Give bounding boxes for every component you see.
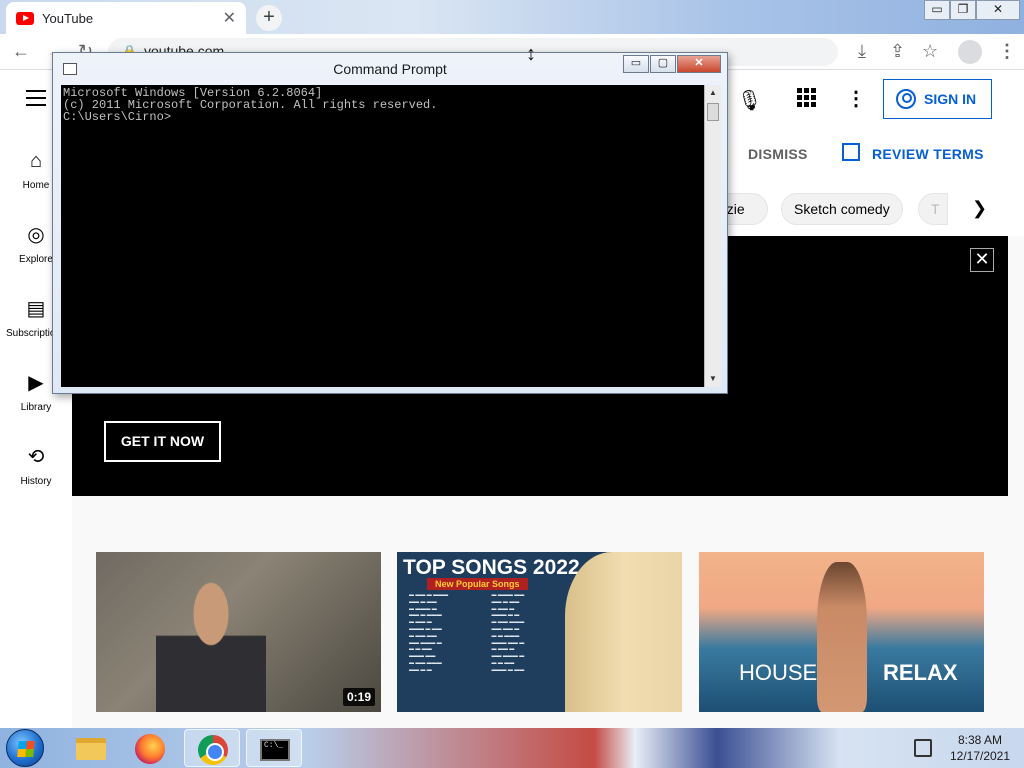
chevron-right-icon[interactable]: ❯ bbox=[972, 198, 987, 219]
taskbar: C:\_ 8:38 AM 12/17/2021 bbox=[0, 728, 1024, 768]
sign-in-button[interactable]: SIGN IN bbox=[883, 79, 992, 119]
microphone-icon[interactable]: 🎙 bbox=[737, 88, 762, 113]
resize-cursor-icon: ↕ bbox=[526, 43, 536, 65]
sign-in-label: SIGN IN bbox=[924, 91, 977, 107]
thumbnail-text: RELAX bbox=[883, 660, 958, 685]
video-thumbnail[interactable]: HOUSE RELAX bbox=[699, 552, 984, 712]
open-external-icon bbox=[842, 143, 860, 161]
system-clock[interactable]: 8:38 AM 12/17/2021 bbox=[940, 732, 1020, 764]
tab-youtube[interactable]: YouTube ✕ bbox=[6, 2, 246, 34]
menu-icon[interactable] bbox=[26, 90, 46, 111]
chip[interactable]: Sketch comedy bbox=[781, 193, 903, 225]
share-icon[interactable]: ⇪ bbox=[890, 41, 905, 62]
scroll-up-icon[interactable]: ▲ bbox=[705, 85, 721, 101]
back-arrow-icon[interactable]: ← bbox=[12, 41, 30, 62]
browser-menu-icon[interactable]: ⋮ bbox=[998, 41, 1016, 62]
clock-time: 8:38 AM bbox=[957, 733, 1003, 747]
console-output[interactable]: Microsoft Windows [Version 6.2.8064] (c) … bbox=[61, 85, 721, 387]
settings-menu-icon[interactable]: ⋮ bbox=[846, 86, 866, 111]
profile-avatar-icon[interactable] bbox=[958, 40, 982, 64]
close-button[interactable]: ✕ bbox=[677, 55, 721, 73]
sidebar-item-label: Home bbox=[22, 180, 50, 191]
start-button[interactable] bbox=[6, 729, 44, 767]
chrome-icon bbox=[198, 735, 228, 765]
command-prompt-icon: C:\_ bbox=[260, 739, 290, 761]
chip[interactable]: T bbox=[918, 193, 948, 225]
tab-close-icon[interactable]: ✕ bbox=[223, 8, 236, 28]
thumbnail-text: HOUSE bbox=[739, 660, 818, 685]
sidebar-item-label: Explore bbox=[19, 254, 53, 265]
console-text: Microsoft Windows [Version 6.2.8064] (c) … bbox=[63, 87, 437, 123]
folder-icon bbox=[76, 738, 106, 760]
firefox-icon bbox=[135, 734, 165, 764]
sidebar-item-history[interactable]: ⟲ History bbox=[0, 446, 72, 487]
youtube-favicon-icon bbox=[16, 11, 34, 25]
tab-title: YouTube bbox=[42, 10, 94, 26]
taskbar-chrome[interactable] bbox=[184, 729, 240, 767]
browser-close-button[interactable]: ✕ bbox=[976, 0, 1020, 20]
dismiss-button[interactable]: DISMISS bbox=[748, 146, 808, 162]
install-icon[interactable]: ⤓ bbox=[858, 41, 866, 62]
action-center-icon[interactable] bbox=[914, 739, 932, 757]
taskbar-firefox[interactable] bbox=[122, 729, 178, 767]
thumbnail-title: TOP SONGS 2022 bbox=[403, 556, 580, 579]
thumbnail-image bbox=[156, 572, 266, 712]
clock-date: 12/17/2021 bbox=[949, 749, 1011, 763]
song-list-graphic: ▬ ▬▬ ▬ ▬▬▬ ▬▬ ▬ ▬▬ ▬ ▬▬▬ ▬ ▬▬ ▬ ▬▬▬ ▬ ▬▬ ▬ ▬▬… bbox=[409, 592, 525, 673]
browser-minimize-button[interactable]: ▭ bbox=[924, 0, 950, 20]
account-icon bbox=[896, 89, 916, 109]
close-ad-button[interactable]: ✕ bbox=[970, 248, 994, 272]
review-terms-button[interactable]: REVIEW TERMS bbox=[872, 146, 984, 162]
history-icon: ⟲ bbox=[27, 446, 45, 468]
get-it-now-button[interactable]: GET IT NOW bbox=[104, 421, 221, 462]
thumbnail-image bbox=[817, 562, 867, 712]
video-thumbnail[interactable]: 0:19 bbox=[96, 552, 381, 712]
taskbar-explorer[interactable] bbox=[62, 729, 118, 767]
scroll-down-icon[interactable]: ▼ bbox=[705, 371, 721, 387]
vertical-scrollbar[interactable]: ▲ ▼ bbox=[704, 85, 721, 387]
video-duration: 0:19 bbox=[342, 688, 375, 706]
console-prompt: C:\Users\Cirno> bbox=[63, 110, 172, 124]
windows-logo-icon bbox=[17, 741, 35, 757]
command-prompt-window[interactable]: Command Prompt ▭ ▢ ✕ Microsoft Windows [… bbox=[52, 52, 728, 394]
video-thumbnail[interactable]: TOP SONGS 2022 New Popular Songs ▬ ▬▬ ▬ … bbox=[397, 552, 682, 712]
bookmark-star-icon[interactable]: ☆ bbox=[922, 41, 938, 62]
thumbnail-image bbox=[565, 552, 682, 712]
taskbar-command-prompt[interactable]: C:\_ bbox=[246, 729, 302, 767]
browser-restore-button[interactable]: ❐ bbox=[950, 0, 976, 20]
thumbnail-subtitle: New Popular Songs bbox=[427, 578, 528, 590]
sidebar-item-label: Library bbox=[20, 402, 52, 413]
tab-strip: YouTube ✕ + ▭ ❐ ✕ bbox=[0, 0, 1024, 34]
minimize-button[interactable]: ▭ bbox=[623, 55, 649, 73]
new-tab-button[interactable]: + bbox=[256, 5, 282, 31]
apps-grid-icon[interactable] bbox=[797, 88, 816, 107]
maximize-button[interactable]: ▢ bbox=[650, 55, 676, 73]
sidebar-item-label: History bbox=[20, 476, 52, 487]
scroll-thumb[interactable] bbox=[707, 103, 719, 121]
